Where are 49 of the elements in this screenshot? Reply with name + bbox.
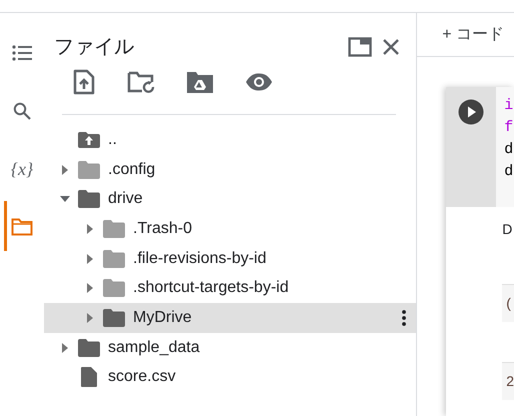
caret-right-icon[interactable] [86, 222, 94, 235]
tree-row[interactable]: .config [44, 154, 416, 184]
file-name[interactable]: score.csv [108, 365, 176, 390]
tree-row[interactable]: .file-revisions-by-id [44, 244, 416, 274]
code-line: d [504, 162, 514, 182]
search-icon[interactable] [13, 102, 31, 120]
upload-file-icon[interactable] [73, 69, 95, 95]
table-cell: 2 [502, 362, 514, 400]
tree-row[interactable]: MyDrive [44, 303, 416, 333]
maximize-icon[interactable] [348, 37, 372, 57]
caret-right-icon[interactable] [61, 342, 69, 354]
file-icon [81, 367, 97, 388]
folder-name[interactable]: .. [108, 128, 117, 152]
folder-name[interactable]: .config [108, 158, 156, 182]
tree-row[interactable]: .. [44, 125, 416, 155]
output-text: D [502, 220, 514, 239]
code-line: d [504, 140, 514, 160]
tree-row[interactable]: .shortcut-targets-by-id [44, 273, 416, 304]
code-editor[interactable]: i f d d [496, 87, 514, 207]
folder-name[interactable]: sample_data [108, 336, 200, 360]
table-cell: ( [502, 284, 514, 322]
table-of-contents-icon[interactable] [12, 45, 32, 61]
folder-refresh-icon[interactable] [127, 70, 155, 94]
code-line: f [504, 118, 514, 138]
tree-row[interactable]: score.csv [44, 362, 416, 392]
run-icon[interactable] [458, 99, 484, 125]
drive-folder-icon[interactable] [187, 71, 213, 93]
more-icon[interactable] [402, 310, 406, 326]
tree-row[interactable]: .Trash-0 [44, 214, 416, 244]
caret-right-icon[interactable] [86, 312, 94, 324]
caret-down-icon[interactable] [59, 195, 71, 204]
caret-right-icon[interactable] [61, 164, 69, 176]
folder-name[interactable]: drive [108, 187, 143, 212]
tree-row[interactable]: sample_data [44, 332, 416, 362]
folder-icon[interactable] [11, 218, 33, 236]
variables-icon[interactable]: {x} [10, 156, 34, 182]
caret-right-icon[interactable] [86, 282, 94, 294]
folder-up-icon[interactable] [78, 132, 100, 148]
folder-name[interactable]: .Trash-0 [133, 216, 192, 241]
eye-icon[interactable] [245, 73, 273, 91]
close-icon[interactable] [382, 38, 400, 56]
add-code-button[interactable]: + コード [442, 22, 504, 46]
caret-right-icon[interactable] [86, 252, 94, 265]
tree-row[interactable]: drive [44, 184, 416, 214]
code-line: i [504, 96, 514, 116]
panel-title: ファイル [54, 35, 135, 60]
folder-name[interactable]: MyDrive [133, 306, 192, 330]
folder-name[interactable]: .file-revisions-by-id [133, 246, 266, 271]
folder-name[interactable]: .shortcut-targets-by-id [133, 276, 289, 300]
